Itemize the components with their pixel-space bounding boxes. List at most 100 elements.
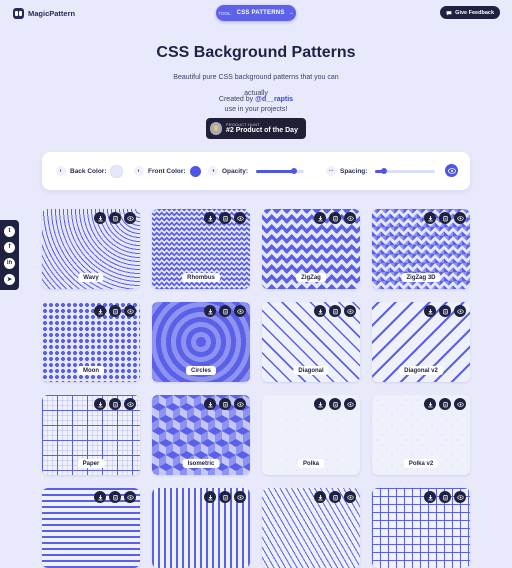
card-actions — [424, 212, 466, 224]
preview-button[interactable] — [344, 398, 356, 410]
copy-icon — [442, 401, 448, 407]
pattern-card-diagonal[interactable]: Diagonal — [262, 302, 360, 382]
card-actions — [94, 212, 136, 224]
copy-css-button[interactable] — [219, 398, 231, 410]
card-actions — [314, 491, 356, 503]
opacity-slider-handle[interactable] — [291, 168, 298, 174]
copy-css-button[interactable] — [109, 398, 121, 410]
pattern-label: Circles — [185, 366, 217, 375]
copy-css-button[interactable] — [109, 212, 121, 224]
download-button[interactable] — [204, 305, 216, 317]
pattern-card-lines-d[interactable] — [262, 488, 360, 568]
spacing-slider-handle[interactable] — [381, 168, 388, 174]
card-actions — [204, 212, 246, 224]
card-actions — [94, 398, 136, 410]
copy-css-button[interactable] — [439, 305, 451, 317]
download-button[interactable] — [204, 212, 216, 224]
preview-button[interactable] — [454, 305, 466, 317]
download-button[interactable] — [424, 491, 436, 503]
preview-button[interactable] — [454, 491, 466, 503]
download-button[interactable] — [424, 305, 436, 317]
download-button[interactable] — [204, 491, 216, 503]
give-feedback-button[interactable]: Give Feedback — [440, 6, 500, 19]
card-actions — [314, 212, 356, 224]
eye-icon — [447, 167, 456, 174]
copy-icon — [112, 494, 118, 500]
preview-button[interactable] — [124, 212, 136, 224]
preview-button[interactable] — [234, 398, 246, 410]
opacity-control: ◑ Opacity: — [208, 152, 305, 190]
twitter-icon[interactable]: t — [4, 225, 15, 237]
pattern-card-lines-h[interactable] — [42, 488, 140, 568]
download-button[interactable] — [94, 305, 106, 317]
preview-button[interactable] — [454, 398, 466, 410]
author-link[interactable]: @d__raptis — [255, 96, 293, 103]
download-button[interactable] — [314, 491, 326, 503]
page-title: CSS Background Patterns — [156, 44, 356, 61]
download-button[interactable] — [424, 212, 436, 224]
pattern-card-polka[interactable]: Polka — [262, 395, 360, 475]
preview-button[interactable] — [124, 305, 136, 317]
pattern-card-paper[interactable]: Paper — [42, 395, 140, 475]
linkedin-icon[interactable]: in — [4, 257, 15, 269]
download-button[interactable] — [204, 398, 216, 410]
copy-css-button[interactable] — [439, 398, 451, 410]
product-hunt-badge[interactable]: PRODUCT HUNT #2 Product of the Day — [206, 118, 306, 139]
back-color-swatch[interactable] — [110, 164, 124, 178]
pattern-card-grid[interactable] — [372, 488, 470, 568]
card-actions — [424, 398, 466, 410]
brand-logo[interactable]: MagicPattern — [13, 8, 75, 19]
preview-button[interactable] — [234, 305, 246, 317]
pattern-card-zigzag[interactable]: ZigZag — [262, 209, 360, 289]
copy-css-button[interactable] — [329, 212, 341, 224]
download-button[interactable] — [314, 398, 326, 410]
preview-button[interactable] — [344, 212, 356, 224]
copy-css-button[interactable] — [219, 305, 231, 317]
pattern-card-wavy[interactable]: Wavy — [42, 209, 140, 289]
preview-button[interactable] — [344, 491, 356, 503]
telegram-icon[interactable]: ➤ — [4, 273, 15, 285]
pattern-card-circles[interactable]: Circles — [152, 302, 250, 382]
preview-button[interactable] — [124, 491, 136, 503]
copy-css-button[interactable] — [219, 212, 231, 224]
card-actions — [424, 305, 466, 317]
tool-selector[interactable]: TOOL: CSS PATTERNS ⌄ — [216, 5, 296, 21]
preview-button[interactable] — [445, 164, 458, 177]
spacing-slider[interactable] — [375, 168, 436, 174]
copy-css-button[interactable] — [329, 398, 341, 410]
copy-css-button[interactable] — [329, 491, 341, 503]
preview-button[interactable] — [124, 398, 136, 410]
pattern-card-zigzag3d[interactable]: ZigZag 3D — [372, 209, 470, 289]
download-icon — [317, 494, 323, 500]
pattern-card-polka2[interactable]: Polka v2 — [372, 395, 470, 475]
pattern-label: Polka v2 — [403, 459, 439, 468]
copy-css-button[interactable] — [219, 491, 231, 503]
copy-css-button[interactable] — [109, 305, 121, 317]
pattern-card-rhombus[interactable]: Rhombus — [152, 209, 250, 289]
preview-button[interactable] — [454, 212, 466, 224]
pattern-card-isometric[interactable]: Isometric — [152, 395, 250, 475]
card-actions — [424, 491, 466, 503]
download-button[interactable] — [94, 398, 106, 410]
pattern-card-moon[interactable]: Moon — [42, 302, 140, 382]
copy-css-button[interactable] — [109, 491, 121, 503]
pattern-label: Isometric — [182, 459, 220, 468]
front-color-swatch[interactable] — [189, 165, 201, 177]
facebook-icon[interactable]: f — [4, 241, 15, 253]
download-button[interactable] — [424, 398, 436, 410]
preview-button[interactable] — [234, 212, 246, 224]
pattern-card-diagonal2[interactable]: Diagonal v2 — [372, 302, 470, 382]
download-button[interactable] — [94, 212, 106, 224]
opacity-slider[interactable] — [256, 168, 305, 174]
preview-button[interactable] — [344, 305, 356, 317]
preview-button[interactable] — [234, 491, 246, 503]
download-icon — [207, 494, 213, 500]
download-button[interactable] — [314, 212, 326, 224]
pattern-card-lines-v[interactable] — [152, 488, 250, 568]
copy-css-button[interactable] — [329, 305, 341, 317]
copy-css-button[interactable] — [439, 491, 451, 503]
card-actions — [94, 491, 136, 503]
download-button[interactable] — [314, 305, 326, 317]
download-button[interactable] — [94, 491, 106, 503]
copy-css-button[interactable] — [439, 212, 451, 224]
